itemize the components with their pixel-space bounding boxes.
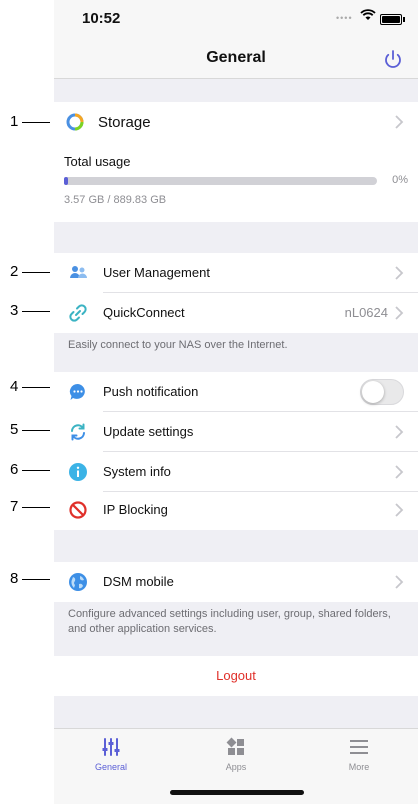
usage-percent: 0% — [392, 174, 408, 186]
callout-6: 6 — [0, 460, 54, 480]
usage-progress-bar — [64, 177, 377, 185]
callout-line — [22, 122, 50, 123]
push-notification-toggle[interactable] — [360, 379, 404, 405]
callout-1: 1 — [0, 112, 54, 132]
tab-general-label: General — [94, 762, 128, 772]
apps-grid-icon — [226, 737, 244, 755]
usage-amount: 3.57 GB / 889.83 GB — [64, 194, 167, 206]
push-notification-label: Push notification — [103, 384, 199, 399]
users-icon — [70, 266, 87, 278]
status-time: 10:52 — [82, 10, 121, 27]
user-management-label: User Management — [103, 265, 210, 280]
callout-7: 7 — [0, 497, 54, 517]
user-management-row[interactable]: User Management — [54, 253, 418, 293]
push-notification-row: Push notification — [54, 372, 418, 412]
block-icon — [69, 501, 87, 519]
storage-row[interactable]: Storage — [54, 102, 418, 142]
callout-number: 3 — [10, 302, 19, 319]
callout-2: 2 — [0, 262, 54, 282]
power-icon[interactable] — [380, 46, 406, 72]
storage-label: Storage — [98, 114, 151, 131]
dsm-mobile-label: DSM mobile — [103, 574, 174, 589]
chevron-right-icon — [395, 465, 404, 479]
callout-line — [22, 272, 50, 273]
signal-icon: •••• — [336, 13, 353, 23]
section-dsm: DSM mobile — [54, 562, 418, 602]
ip-blocking-row[interactable]: IP Blocking — [54, 490, 418, 530]
quickconnect-label: QuickConnect — [103, 305, 185, 320]
tab-more[interactable]: More — [324, 737, 394, 772]
callout-number: 2 — [10, 263, 19, 280]
tab-apps-label: Apps — [225, 762, 247, 772]
callout-4: 4 — [0, 377, 54, 397]
callout-line — [22, 311, 50, 312]
logout-button[interactable]: Logout — [54, 668, 418, 683]
callout-line — [22, 579, 50, 580]
wifi-icon — [360, 9, 376, 20]
callout-line — [22, 387, 50, 388]
usage-progress-fill — [64, 177, 68, 185]
link-icon — [69, 304, 87, 322]
sliders-icon — [102, 738, 120, 756]
chevron-right-icon — [395, 306, 404, 320]
battery-icon — [380, 14, 405, 25]
tab-apps[interactable]: Apps — [201, 737, 271, 772]
callout-line — [22, 470, 50, 471]
quickconnect-note: Easily connect to your NAS over the Inte… — [68, 339, 288, 351]
callout-number: 6 — [10, 461, 19, 478]
update-settings-row[interactable]: Update settings — [54, 412, 418, 452]
update-settings-label: Update settings — [103, 424, 194, 439]
callout-5: 5 — [0, 420, 54, 440]
total-usage-label: Total usage — [64, 154, 131, 169]
home-indicator — [170, 790, 304, 795]
refresh-icon — [71, 423, 85, 441]
system-info-label: System info — [103, 464, 171, 479]
phone-screen: 10:52 •••• General Storage Total usage 0… — [54, 0, 418, 804]
nav-bar: General — [54, 40, 418, 79]
tab-more-label: More — [348, 762, 370, 772]
storage-card: Storage Total usage 0% 3.57 GB / 889.83 … — [54, 102, 418, 222]
system-info-row[interactable]: System info — [54, 452, 418, 492]
section-settings: Push notification Update settings System… — [54, 372, 418, 530]
info-icon — [69, 463, 87, 481]
callout-line — [22, 430, 50, 431]
callout-number: 8 — [10, 570, 19, 587]
chevron-right-icon — [395, 266, 404, 280]
chat-bubble-icon — [69, 383, 85, 400]
globe-icon — [69, 573, 87, 591]
dsm-mobile-note: Configure advanced settings including us… — [68, 608, 391, 635]
logout-card: Logout — [54, 656, 418, 696]
callout-number: 5 — [10, 421, 19, 438]
quickconnect-row[interactable]: QuickConnect nL0624 — [54, 293, 418, 333]
chevron-right-icon — [395, 575, 404, 589]
callout-line — [22, 507, 50, 508]
ip-blocking-label: IP Blocking — [103, 502, 168, 517]
chevron-right-icon — [395, 115, 404, 129]
callout-3: 3 — [0, 301, 54, 321]
page-title: General — [206, 49, 266, 66]
dsm-mobile-row[interactable]: DSM mobile — [54, 562, 418, 602]
section-users-connect: User Management QuickConnect nL0624 — [54, 253, 418, 333]
callout-number: 4 — [10, 378, 19, 395]
callout-number: 7 — [10, 498, 19, 515]
quickconnect-id: nL0624 — [344, 305, 388, 320]
status-bar: 10:52 •••• — [54, 0, 418, 40]
callout-8: 8 — [0, 569, 54, 589]
tab-general[interactable]: General — [76, 737, 146, 772]
callout-number: 1 — [10, 113, 19, 130]
chevron-right-icon — [395, 503, 404, 517]
menu-lines-icon — [350, 740, 368, 754]
chevron-right-icon — [395, 425, 404, 439]
storage-ring-icon — [66, 113, 84, 131]
